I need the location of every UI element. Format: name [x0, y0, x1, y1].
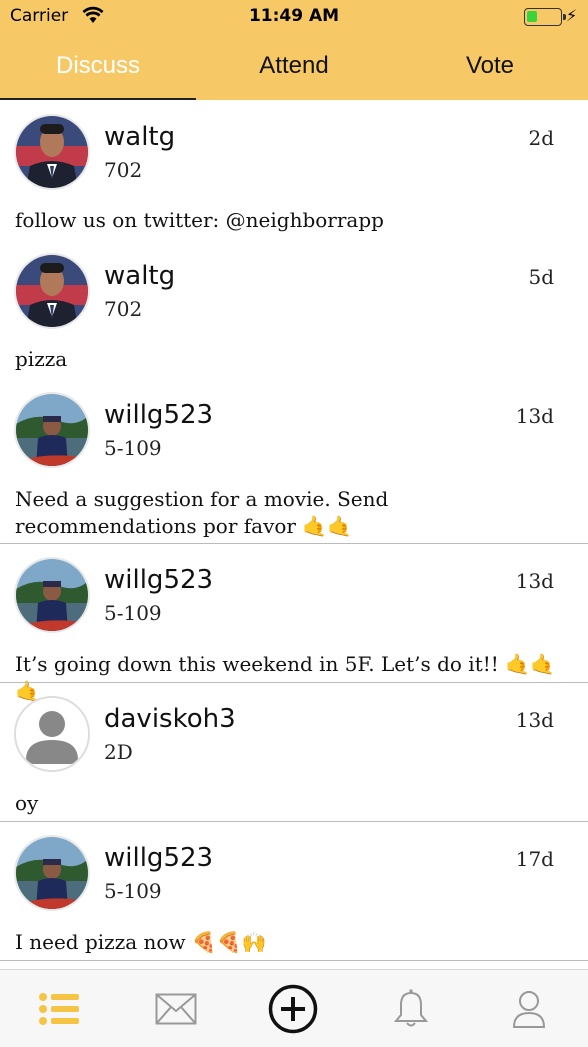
avatar[interactable]	[14, 253, 90, 329]
post-unit: 5-109	[104, 436, 162, 460]
post-age: 2d	[528, 126, 554, 150]
post-username[interactable]: willg523	[104, 843, 213, 873]
suit-man-photo-icon	[16, 255, 88, 327]
post-divider	[0, 960, 588, 961]
post-item[interactable]: willg523 5-109 13d It’s going down this …	[0, 544, 588, 703]
kayak-photo-icon	[16, 559, 88, 631]
tab-messages[interactable]	[151, 984, 201, 1034]
tab-attend[interactable]: Attend	[196, 44, 392, 100]
post-age: 17d	[515, 847, 554, 871]
post-item[interactable]: willg523 5-109 13d Need a suggestion for…	[0, 380, 588, 544]
list-icon	[39, 993, 79, 1025]
segment-tabs: Discuss Attend Vote	[0, 44, 588, 100]
add-circle-icon	[268, 984, 318, 1034]
avatar[interactable]	[14, 835, 90, 911]
new-post-button[interactable]	[268, 984, 318, 1034]
tab-feed[interactable]	[34, 984, 84, 1034]
post-unit: 5-109	[104, 601, 162, 625]
avatar[interactable]	[14, 557, 90, 633]
post-unit: 702	[104, 158, 143, 182]
charging-icon: ⚡	[566, 6, 578, 25]
post-text: Need a suggestion for a movie. Send reco…	[15, 487, 389, 538]
post-unit: 702	[104, 297, 143, 321]
post-username[interactable]: daviskoh3	[104, 704, 236, 734]
post-age: 13d	[515, 569, 554, 593]
app-header: Carrier 11:49 AM ⚡ Discuss Attend Vote	[0, 0, 588, 100]
discussion-feed[interactable]: waltg 702 2d follow us on twitter: @neig…	[0, 100, 588, 969]
kayak-photo-icon	[16, 837, 88, 909]
post-text: pizza	[15, 347, 68, 371]
bell-icon	[393, 989, 429, 1027]
post-item[interactable]: daviskoh3 2D 13d oy	[0, 683, 588, 821]
post-text: follow us on twitter: @neighborrapp	[15, 208, 384, 232]
tab-discuss[interactable]: Discuss	[0, 44, 196, 100]
post-item[interactable]: waltg 702 5d pizza	[0, 240, 588, 380]
suit-man-photo-icon	[16, 116, 88, 188]
post-text: I need pizza now 🍕🍕🙌	[15, 930, 267, 954]
bottom-tab-bar	[0, 969, 588, 1047]
post-age: 13d	[515, 708, 554, 732]
status-bar: Carrier 11:49 AM ⚡	[0, 0, 588, 34]
kayak-photo-icon	[16, 394, 88, 466]
envelope-icon	[155, 993, 197, 1025]
avatar[interactable]	[14, 696, 90, 772]
tab-vote[interactable]: Vote	[392, 44, 588, 100]
post-item[interactable]: willg523 5-109 17d I need pizza now 🍕🍕🙌	[0, 822, 588, 960]
battery-icon	[524, 8, 566, 26]
post-unit: 2D	[104, 740, 133, 764]
tab-profile[interactable]	[504, 984, 554, 1034]
post-unit: 5-109	[104, 879, 162, 903]
post-text: oy	[15, 791, 39, 815]
post-item[interactable]: waltg 702 2d follow us on twitter: @neig…	[0, 100, 588, 240]
avatar[interactable]	[14, 114, 90, 190]
profile-icon	[512, 991, 546, 1028]
post-username[interactable]: waltg	[104, 122, 175, 152]
post-username[interactable]: waltg	[104, 261, 175, 291]
status-time: 11:49 AM	[248, 6, 340, 26]
post-age: 5d	[528, 265, 554, 289]
tab-notifications[interactable]	[386, 984, 436, 1034]
post-age: 13d	[515, 404, 554, 428]
post-username[interactable]: willg523	[104, 565, 213, 595]
avatar[interactable]	[14, 392, 90, 468]
post-username[interactable]: willg523	[104, 400, 213, 430]
default-person-icon	[16, 698, 88, 770]
